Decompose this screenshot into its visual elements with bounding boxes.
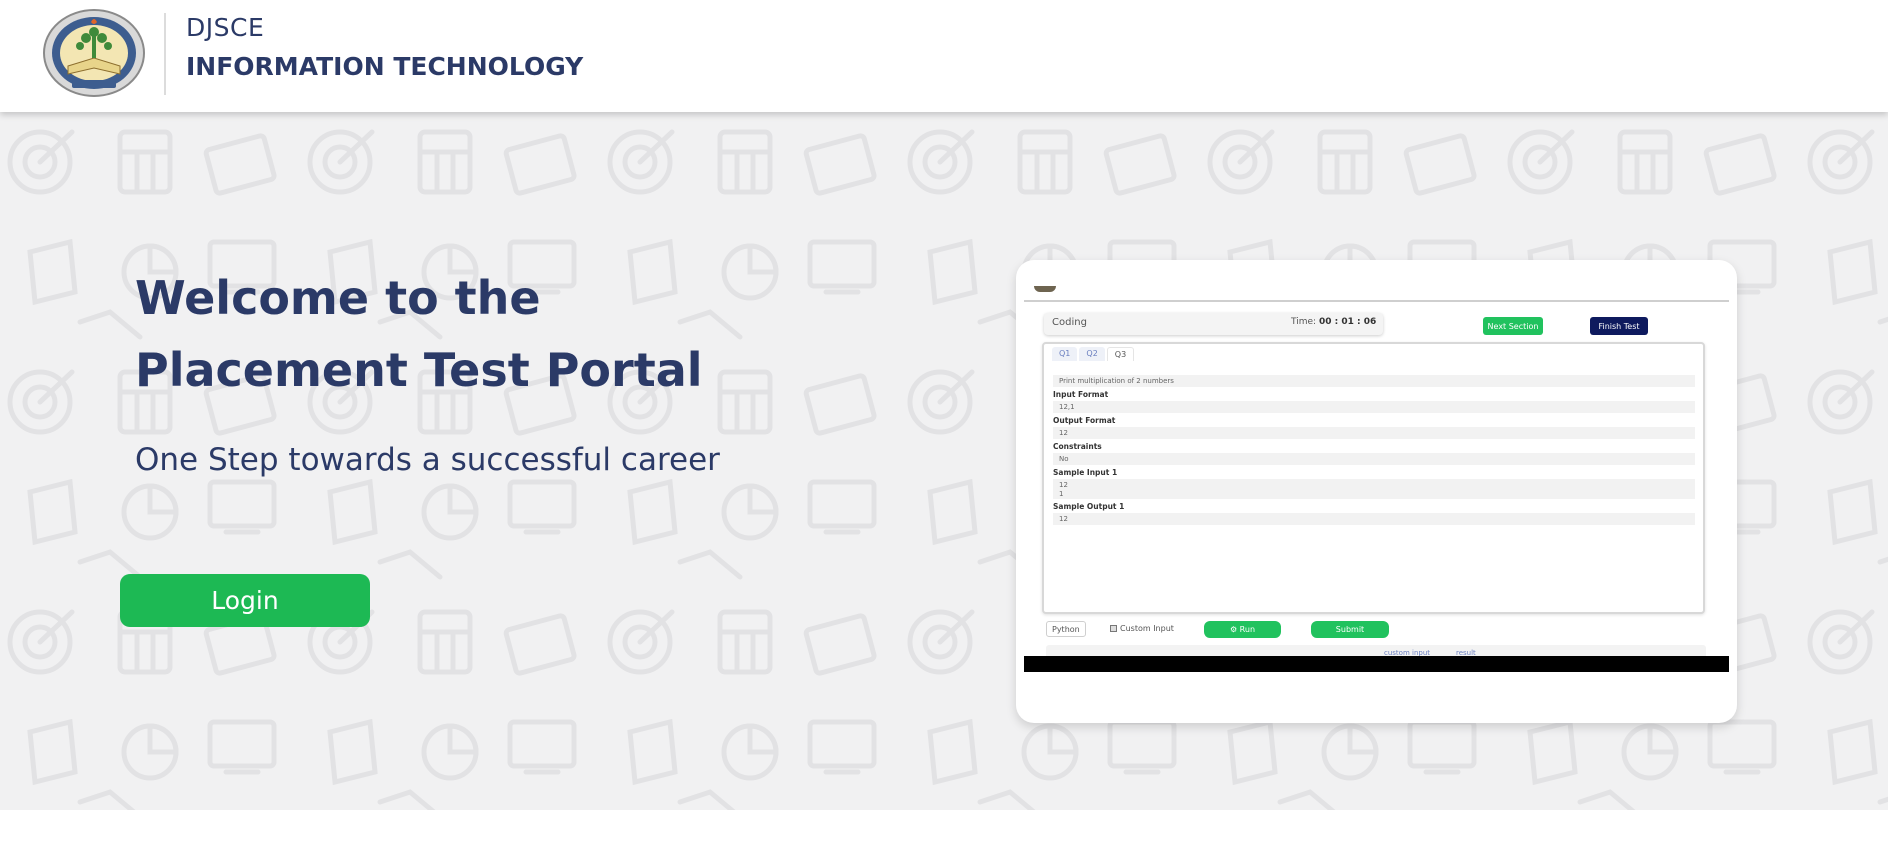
preview-language-select[interactable]: Python <box>1046 621 1086 637</box>
hero-section: Welcome to the Placement Test Portal One… <box>0 112 1888 810</box>
preview-run-button[interactable]: ⚙ Run <box>1204 621 1281 638</box>
preview-timer-label: Time: <box>1291 317 1317 327</box>
sample-output-value: 12 <box>1053 513 1695 525</box>
hero-title-line1: Welcome to the <box>135 271 541 325</box>
preview-question-panel: Q1 Q2 Q3 Print multiplication of 2 numbe… <box>1042 342 1705 614</box>
brand-name: DJSCE <box>186 13 265 42</box>
preview-question-fields: Print multiplication of 2 numbers Input … <box>1053 374 1695 528</box>
sample-input-line1: 12 <box>1059 481 1068 489</box>
constraints-value: No <box>1053 453 1695 465</box>
tab-q1[interactable]: Q1 <box>1052 347 1078 361</box>
question-text: Print multiplication of 2 numbers <box>1053 375 1695 387</box>
preview-timer: Time: 00 : 01 : 06 <box>1291 317 1376 327</box>
sample-input-value: 12 1 <box>1053 479 1695 499</box>
college-logo-icon[interactable] <box>42 8 146 98</box>
hero-title: Welcome to the Placement Test Portal <box>135 262 703 406</box>
site-header: DJSCE INFORMATION TECHNOLOGY <box>0 0 1888 112</box>
sample-output-label: Sample Output 1 <box>1053 502 1125 511</box>
preview-question-tabs: Q1 Q2 Q3 <box>1052 347 1136 361</box>
sample-input-line2: 1 <box>1059 490 1064 498</box>
hero-subtitle: One Step towards a successful career <box>135 442 720 478</box>
constraints-label: Constraints <box>1053 442 1102 451</box>
hero-title-line2: Placement Test Portal <box>135 343 703 397</box>
preview-logo-icon <box>1034 286 1056 292</box>
department-name: INFORMATION TECHNOLOGY <box>186 52 584 81</box>
preview-custom-input-toggle[interactable]: Custom Input <box>1110 624 1174 633</box>
preview-next-section-button[interactable]: Next Section <box>1483 317 1543 335</box>
tab-q3[interactable]: Q3 <box>1106 347 1135 361</box>
input-format-label: Input Format <box>1053 390 1109 399</box>
preview-section-bar: Coding Time: 00 : 01 : 06 <box>1044 313 1383 335</box>
preview-header-divider <box>1024 300 1729 302</box>
header-divider <box>164 13 166 95</box>
preview-finish-test-button[interactable]: Finish Test <box>1590 317 1648 335</box>
preview-submit-button[interactable]: Submit <box>1311 621 1389 638</box>
tab-q2[interactable]: Q2 <box>1079 347 1105 361</box>
output-format-value: 12 <box>1053 427 1695 439</box>
preview-section-name: Coding <box>1052 317 1087 328</box>
input-format-value: 12,1 <box>1053 401 1695 413</box>
login-button[interactable]: Login <box>120 574 370 627</box>
custom-input-label: Custom Input <box>1120 624 1174 633</box>
footer-band <box>0 810 1888 866</box>
sample-input-label: Sample Input 1 <box>1053 468 1118 477</box>
preview-video-bar <box>1024 656 1729 672</box>
preview-timer-value: 00 : 01 : 06 <box>1318 317 1377 327</box>
output-format-label: Output Format <box>1053 416 1116 425</box>
portal-preview-card: Coding Time: 00 : 01 : 06 Next Section F… <box>1016 260 1737 723</box>
custom-input-checkbox[interactable] <box>1110 625 1117 632</box>
